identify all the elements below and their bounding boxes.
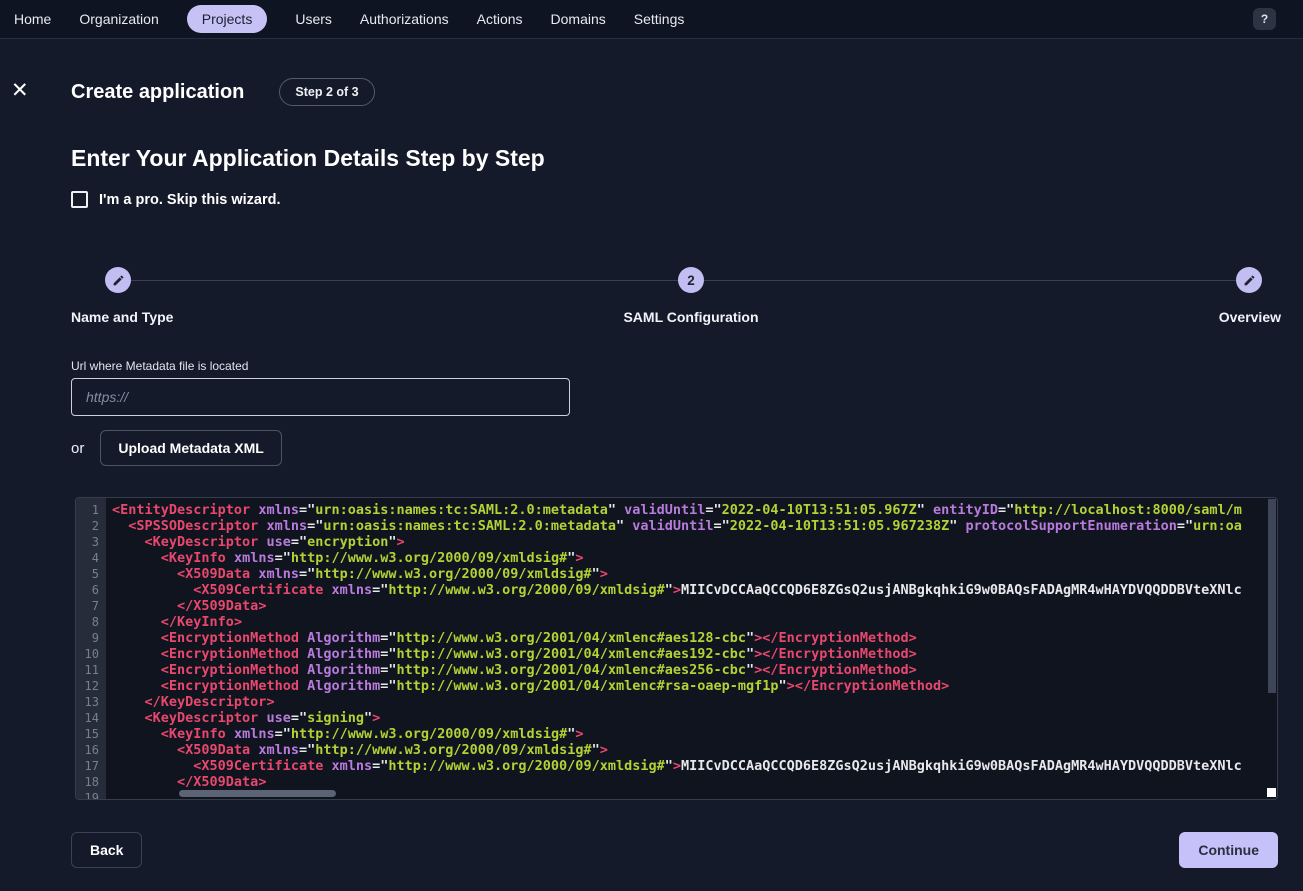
code-line[interactable]: <EncryptionMethod Algorithm="http://www.… [112,630,1277,646]
line-number: 13 [76,694,99,710]
code-line[interactable]: <EncryptionMethod Algorithm="http://www.… [112,646,1277,662]
code-line[interactable]: </X509Data> [112,598,1277,614]
nav-item-domains[interactable]: Domains [551,11,606,27]
line-number: 6 [76,582,99,598]
nav-item-home[interactable]: Home [14,11,51,27]
step-3-label: Overview [1219,309,1281,325]
saml-metadata-editor[interactable]: 12345678910111213141516171819 <EntityDes… [75,497,1278,800]
line-number: 3 [76,534,99,550]
wizard-header: Create application Step 2 of 3 [71,78,375,106]
editor-line-numbers: 12345678910111213141516171819 [76,498,106,799]
line-number: 8 [76,614,99,630]
or-row: or Upload Metadata XML [71,430,282,466]
line-number: 15 [76,726,99,742]
code-line[interactable]: <KeyDescriptor use="encryption"> [112,534,1277,550]
line-number: 11 [76,662,99,678]
nav-item-authorizations[interactable]: Authorizations [360,11,449,27]
nav-item-settings[interactable]: Settings [634,11,685,27]
code-line[interactable]: <X509Data xmlns="http://www.w3.org/2000/… [112,742,1277,758]
line-number: 2 [76,518,99,534]
wizard-stepper: 2 Name and Type SAML Configuration Overv… [71,267,1281,327]
code-line[interactable]: </X509Data> [112,774,1277,790]
nav-item-users[interactable]: Users [295,11,332,27]
step-badge: Step 2 of 3 [279,78,374,106]
code-line[interactable]: </KeyDescriptor> [112,694,1277,710]
metadata-url-input[interactable] [71,378,570,416]
code-line[interactable]: <EncryptionMethod Algorithm="http://www.… [112,662,1277,678]
line-number: 5 [76,566,99,582]
step-2-label: SAML Configuration [623,309,758,325]
code-line[interactable]: <X509Data xmlns="http://www.w3.org/2000/… [112,566,1277,582]
upload-metadata-button[interactable]: Upload Metadata XML [100,430,281,466]
wizard-title: Create application [71,81,244,104]
step-1-indicator[interactable] [105,267,131,293]
line-number: 19 [76,790,99,800]
line-number: 12 [76,678,99,694]
line-number: 1 [76,502,99,518]
code-line[interactable]: <EncryptionMethod Algorithm="http://www.… [112,678,1277,694]
editor-vertical-scrollbar[interactable] [1268,499,1276,693]
edit-pencil-icon [1243,274,1256,287]
page-heading: Enter Your Application Details Step by S… [71,145,545,172]
close-icon[interactable]: ✕ [11,80,29,101]
line-number: 7 [76,598,99,614]
nav-item-projects[interactable]: Projects [187,5,268,33]
code-line[interactable]: <KeyInfo xmlns="http://www.w3.org/2000/0… [112,550,1277,566]
code-line[interactable]: <SPSSODescriptor xmlns="urn:oasis:names:… [112,518,1277,534]
code-line[interactable]: <X509Certificate xmlns="http://www.w3.or… [112,582,1277,598]
step-2-indicator[interactable]: 2 [678,267,704,293]
nav-item-actions[interactable]: Actions [477,11,523,27]
line-number: 10 [76,646,99,662]
editor-code-area[interactable]: <EntityDescriptor xmlns="urn:oasis:names… [106,498,1277,799]
nav-items: Home Organization Projects Users Authorizati… [14,5,684,33]
back-button[interactable]: Back [71,832,142,868]
code-line[interactable]: <KeyInfo xmlns="http://www.w3.org/2000/0… [112,726,1277,742]
line-number: 14 [76,710,99,726]
code-line[interactable]: </KeyInfo> [112,614,1277,630]
skip-wizard-checkbox[interactable] [71,191,88,208]
editor-horizontal-scrollbar[interactable] [179,790,336,797]
editor-scroll-corner [1267,788,1276,797]
step-1-label: Name and Type [71,309,173,325]
line-number: 16 [76,742,99,758]
top-nav: Home Organization Projects Users Authorizati… [0,0,1303,39]
skip-wizard-label: I'm a pro. Skip this wizard. [99,192,281,208]
skip-wizard-row[interactable]: I'm a pro. Skip this wizard. [71,191,281,208]
nav-item-organization[interactable]: Organization [79,11,158,27]
metadata-url-label: Url where Metadata file is located [71,359,248,373]
code-line[interactable]: <X509Certificate xmlns="http://www.w3.or… [112,758,1277,774]
step-2-number: 2 [687,273,695,288]
edit-pencil-icon [112,274,125,287]
continue-button[interactable]: Continue [1179,832,1278,868]
line-number: 4 [76,550,99,566]
or-label: or [71,440,84,457]
code-line[interactable]: <KeyDescriptor use="signing"> [112,710,1277,726]
line-number: 18 [76,774,99,790]
line-number: 9 [76,630,99,646]
help-button[interactable]: ? [1253,8,1276,30]
line-number: 17 [76,758,99,774]
step-3-indicator[interactable] [1236,267,1262,293]
code-line[interactable]: <EntityDescriptor xmlns="urn:oasis:names… [112,502,1277,518]
